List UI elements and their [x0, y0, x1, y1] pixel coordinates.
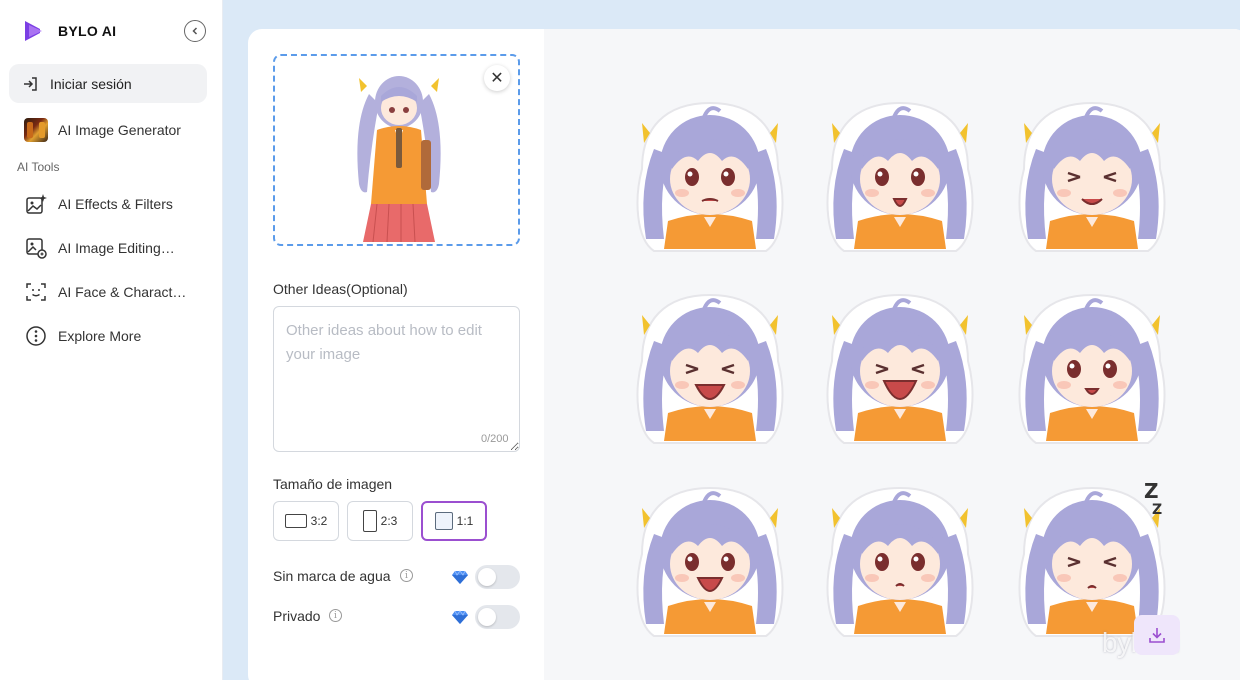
info-icon[interactable]: i [400, 569, 413, 582]
private-toggle[interactable] [475, 605, 520, 629]
ratio-label: 1:1 [456, 514, 474, 528]
premium-gem-icon [452, 570, 468, 584]
ratio-label: 2:3 [380, 514, 398, 528]
editor-card: ✕ Other Ideas(Optional) 0/200 Tamaño de … [248, 29, 1240, 680]
brand-name: BYLO AI [58, 23, 117, 39]
sticker-8[interactable] [814, 474, 986, 646]
download-button[interactable] [1134, 615, 1180, 655]
ratio-label: 3:2 [310, 514, 328, 528]
toggle-knob [478, 608, 496, 626]
other-ideas-label: Other Ideas(Optional) [273, 281, 408, 297]
sidebar-item-face-character[interactable]: AI Face & Charact… [24, 280, 186, 304]
other-ideas-input[interactable] [273, 306, 520, 452]
svg-text:Z: Z [1144, 479, 1159, 503]
remove-image-button[interactable]: ✕ [484, 65, 510, 91]
sticker-7[interactable] [624, 474, 796, 646]
square-ratio-icon [434, 512, 453, 530]
sidebar: BYLO AI Iniciar sesión AI Image Generato… [0, 0, 223, 680]
more-dots-icon [26, 326, 46, 346]
face-scan-icon [26, 283, 46, 301]
sidebar-item-image-editing[interactable]: AI Image Editing… [24, 236, 175, 260]
image-edit-icon [26, 238, 47, 259]
image-size-label: Tamaño de imagen [273, 476, 393, 492]
sticker-5[interactable] [814, 281, 986, 453]
sidebar-item-label: Explore More [58, 328, 142, 344]
sidebar-item-effects-filters[interactable]: AI Effects & Filters [24, 192, 173, 216]
collapse-sidebar-button[interactable] [184, 20, 206, 42]
sticker-4[interactable] [624, 281, 796, 453]
sidebar-item-label: AI Image Editing… [58, 240, 175, 256]
sticker-3[interactable] [1006, 89, 1178, 261]
result-preview-area: ZZ bylo.ai [544, 29, 1240, 680]
uploaded-image-box[interactable]: ✕ [273, 54, 520, 246]
image-sparkle-icon [26, 194, 47, 214]
private-label: Privado [273, 608, 321, 624]
login-label: Iniciar sesión [50, 75, 132, 92]
sidebar-item-image-generator[interactable]: AI Image Generator [24, 118, 181, 142]
download-icon [1149, 628, 1165, 643]
chevron-left-icon [192, 27, 198, 35]
login-arrow-icon [24, 76, 37, 91]
char-counter: 0/200 [481, 433, 509, 445]
image-generator-thumb-icon [24, 118, 48, 142]
sidebar-item-label: AI Effects & Filters [58, 196, 173, 212]
svg-text:Z: Z [1152, 502, 1162, 518]
uploaded-character-image [357, 76, 441, 243]
bylo-logo-icon [25, 21, 42, 41]
sticker-6[interactable] [1006, 281, 1178, 453]
ratio-3-2-button[interactable]: 3:2 [273, 501, 339, 541]
no-watermark-toggle[interactable] [475, 565, 520, 589]
sticker-2[interactable] [814, 89, 986, 261]
sticker-1[interactable] [624, 89, 796, 261]
sidebar-item-label: AI Face & Charact… [58, 284, 187, 300]
close-icon: ✕ [490, 70, 504, 87]
portrait-ratio-icon [362, 510, 377, 532]
sidebar-item-explore-more[interactable]: Explore More [24, 324, 141, 348]
login-button[interactable]: Iniciar sesión [9, 64, 207, 103]
ai-tools-section-label: AI Tools [17, 160, 60, 174]
info-icon[interactable]: i [329, 609, 342, 622]
landscape-ratio-icon [284, 514, 307, 528]
brand[interactable]: BYLO AI [20, 18, 116, 44]
no-watermark-label: Sin marca de agua [273, 568, 391, 584]
premium-gem-icon [452, 610, 468, 624]
sidebar-item-label: AI Image Generator [58, 122, 181, 138]
ratio-1-1-button[interactable]: 1:1 [421, 501, 487, 541]
toggle-knob [478, 568, 496, 586]
ratio-2-3-button[interactable]: 2:3 [347, 501, 413, 541]
